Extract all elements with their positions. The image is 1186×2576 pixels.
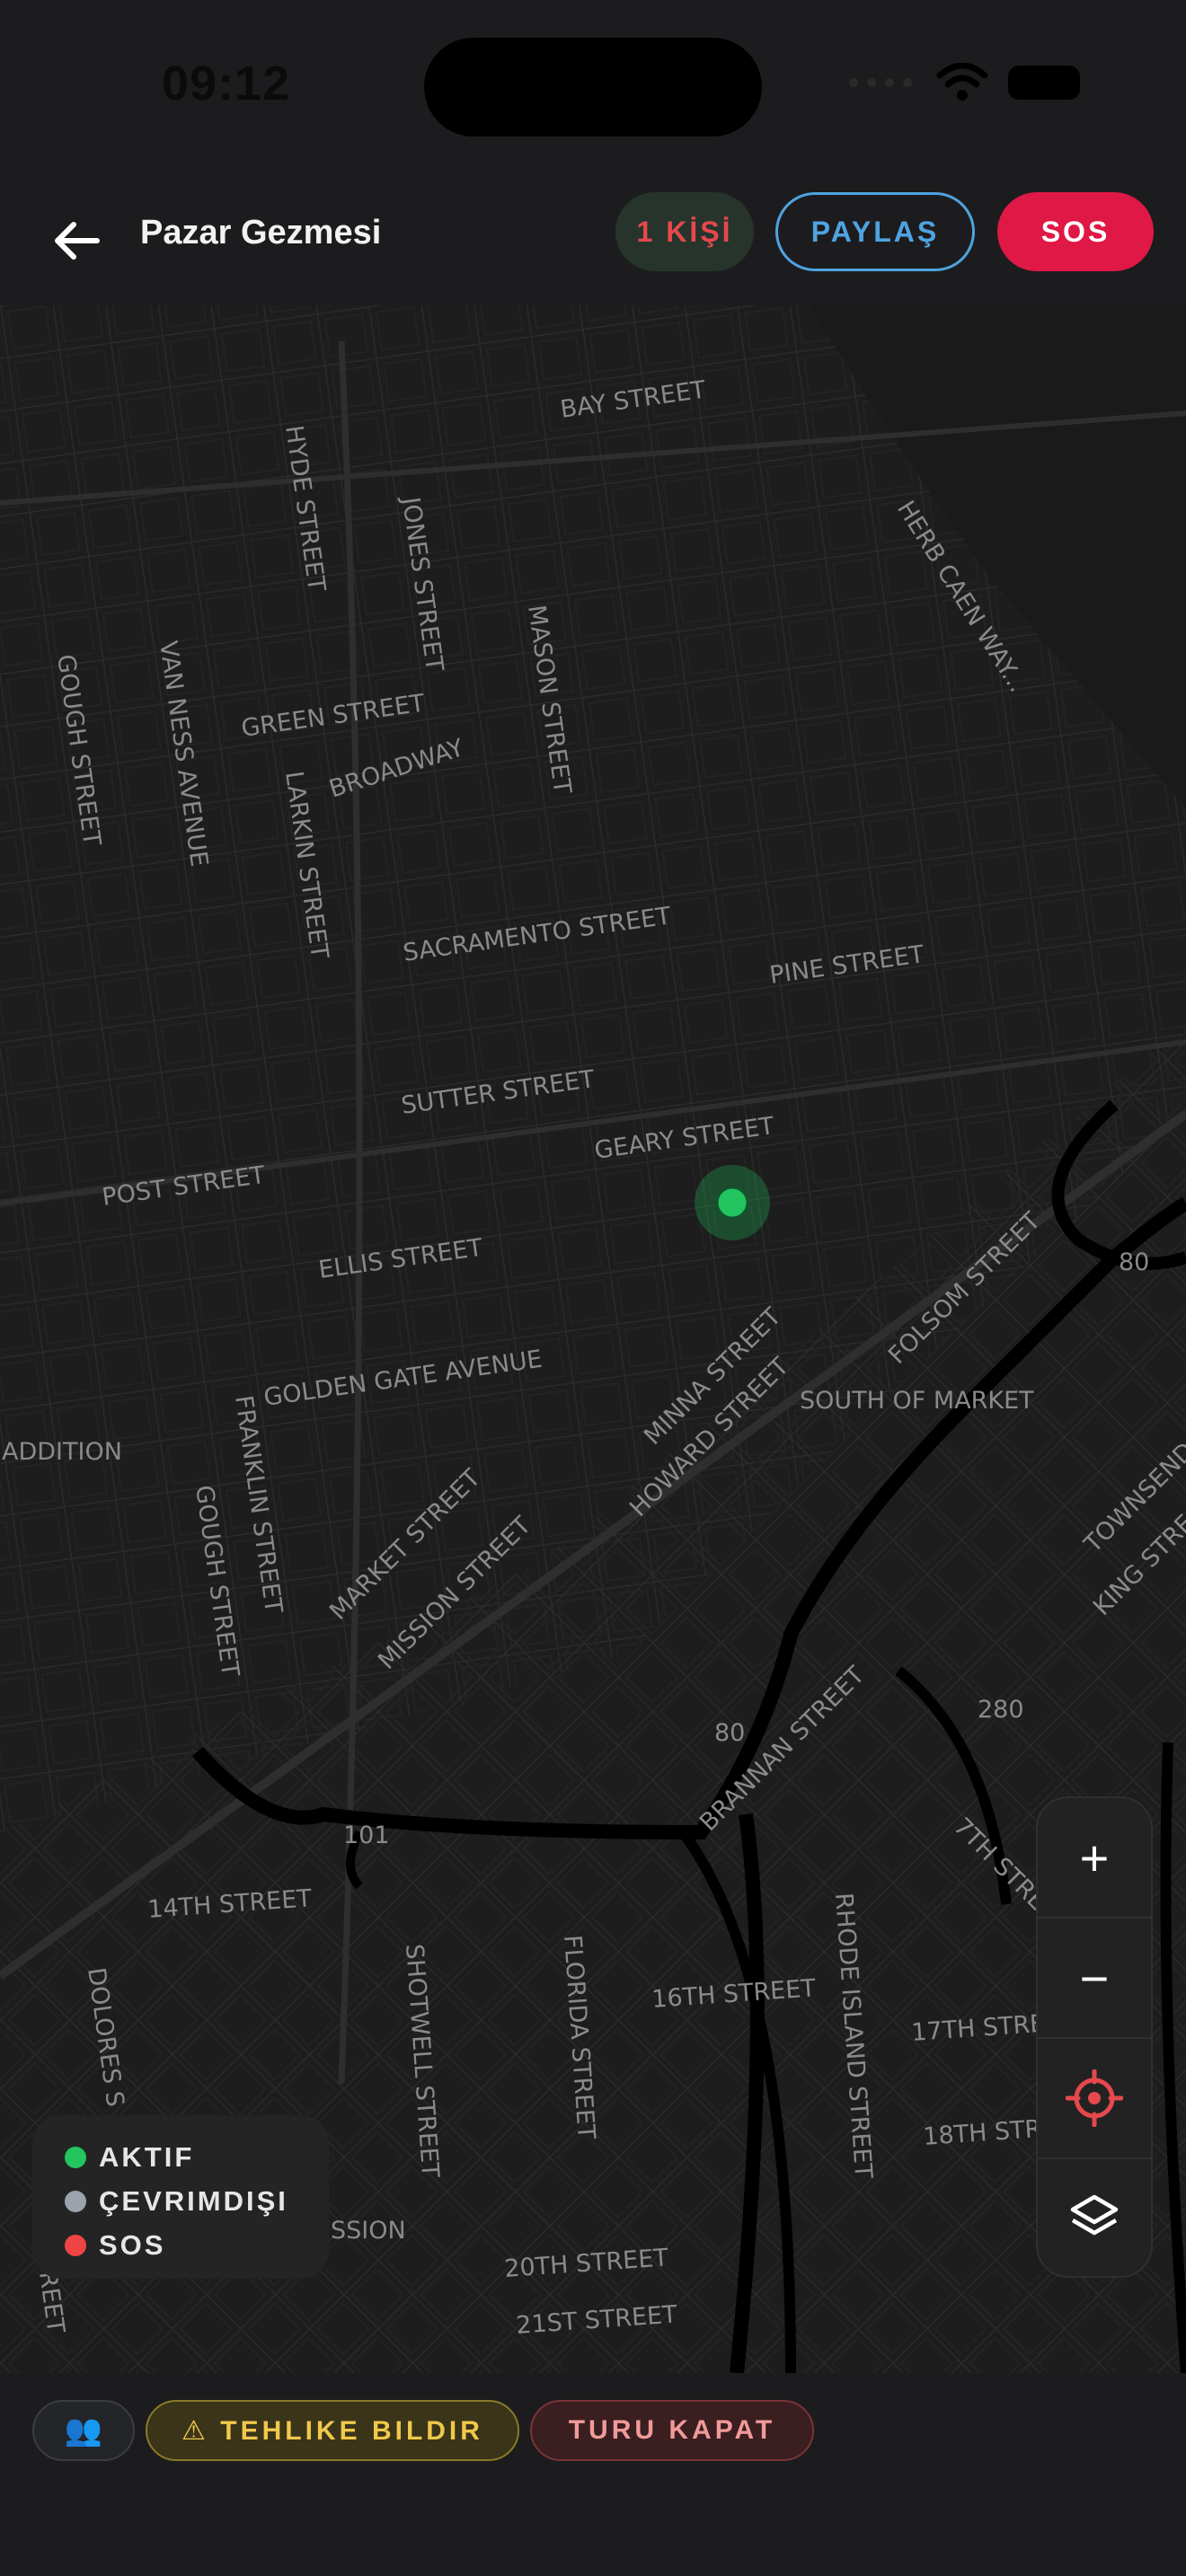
layers-button[interactable] <box>1038 2159 1151 2278</box>
participant-count-badge[interactable]: 1 KİŞİ <box>615 192 754 271</box>
user-location-marker[interactable] <box>695 1165 770 1240</box>
map-controls: + − <box>1036 1796 1153 2278</box>
back-button[interactable] <box>43 208 108 273</box>
street-label: 80 <box>1119 1248 1149 1276</box>
wifi-icon <box>936 63 988 101</box>
map-view[interactable]: BAY STREET HYDE STREET JONES STREET MASO… <box>0 305 1186 2373</box>
map-legend: AKTIF ÇEVRIMDIŞI SOS <box>32 2115 329 2279</box>
participants-button[interactable]: 👥 <box>32 2400 135 2461</box>
report-danger-button[interactable]: ⚠ TEHLIKE BILDIR <box>146 2400 519 2461</box>
status-icons <box>845 63 1080 102</box>
legend-label: SOS <box>99 2228 166 2261</box>
dynamic-island <box>424 38 762 137</box>
sos-dot-icon <box>65 2234 86 2256</box>
battery-icon <box>1008 66 1080 100</box>
legend-label: AKTIF <box>99 2140 195 2173</box>
arrow-left-icon <box>55 222 100 260</box>
street-label: SOUTH OF MARKET <box>800 1387 1034 1415</box>
close-tour-button[interactable]: TURU KAPAT <box>530 2400 814 2461</box>
signal-icon <box>849 78 912 87</box>
bottom-action-bar: 👥 ⚠ TEHLIKE BILDIR TURU KAPAT <box>0 2373 1186 2576</box>
page-title: Pazar Gezmesi <box>140 214 382 251</box>
map-canvas[interactable]: BAY STREET HYDE STREET JONES STREET MASO… <box>0 305 1186 2373</box>
street-label: SSION <box>331 2217 406 2245</box>
sos-button[interactable]: SOS <box>997 192 1154 271</box>
legend-item-active: AKTIF <box>65 2135 329 2179</box>
active-dot-icon <box>65 2146 86 2168</box>
street-label: ADDITION <box>2 1438 122 1466</box>
legend-item-offline: ÇEVRIMDIŞI <box>65 2179 329 2223</box>
legend-item-sos: SOS <box>65 2223 329 2267</box>
app-header: Pazar Gezmesi 1 KİŞİ PAYLAŞ SOS <box>0 171 1186 305</box>
zoom-out-button[interactable]: − <box>1038 1919 1151 2039</box>
street-label: 280 <box>978 1696 1024 1724</box>
zoom-in-button[interactable]: + <box>1038 1798 1151 1919</box>
share-button[interactable]: PAYLAŞ <box>775 192 975 271</box>
locate-button[interactable] <box>1038 2039 1151 2159</box>
street-label: 101 <box>343 1822 390 1849</box>
offline-dot-icon <box>65 2190 86 2212</box>
legend-label: ÇEVRIMDIŞI <box>99 2184 288 2217</box>
street-label: 80 <box>714 1719 745 1747</box>
layers-icon <box>1070 2194 1119 2236</box>
status-time: 09:12 <box>162 57 291 110</box>
crosshair-icon <box>1066 2069 1123 2127</box>
status-bar: 09:12 <box>0 0 1186 171</box>
